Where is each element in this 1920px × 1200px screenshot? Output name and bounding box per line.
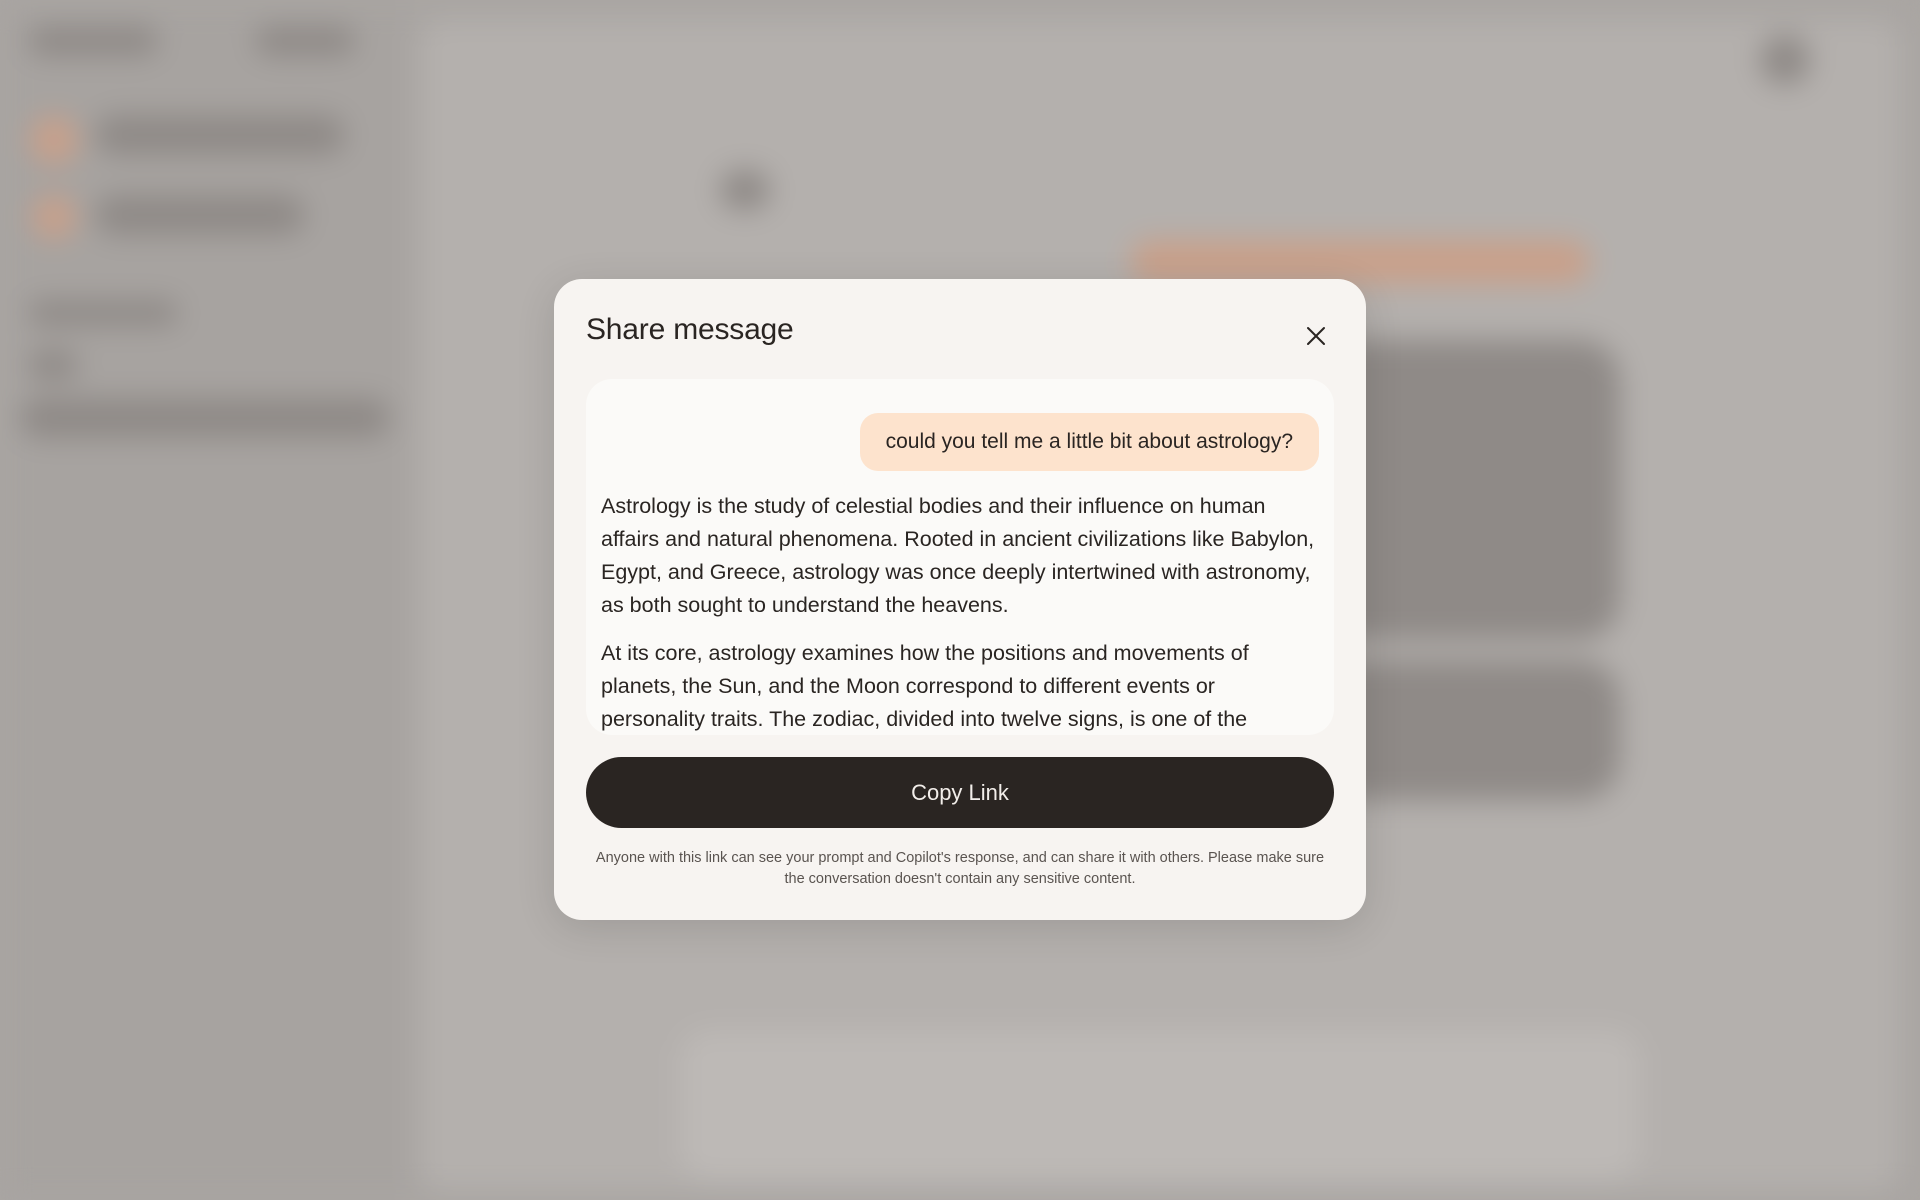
copy-link-button[interactable]: Copy Link xyxy=(586,757,1334,828)
share-message-dialog: Share message could you tell me a little… xyxy=(554,279,1366,920)
close-button[interactable] xyxy=(1298,318,1334,354)
message-preview[interactable]: could you tell me a little bit about ast… xyxy=(586,379,1334,735)
copilot-response: Astrology is the study of celestial bodi… xyxy=(601,490,1321,735)
dialog-title: Share message xyxy=(586,313,794,346)
close-icon xyxy=(1307,327,1325,345)
background-sidebar xyxy=(0,0,405,1200)
share-disclaimer: Anyone with this link can see your promp… xyxy=(595,850,1325,887)
user-prompt-bubble: could you tell me a little bit about ast… xyxy=(859,413,1319,471)
response-paragraph: Astrology is the study of celestial bodi… xyxy=(601,494,1315,617)
response-paragraph: At its core, astrology examines how the … xyxy=(601,641,1249,731)
